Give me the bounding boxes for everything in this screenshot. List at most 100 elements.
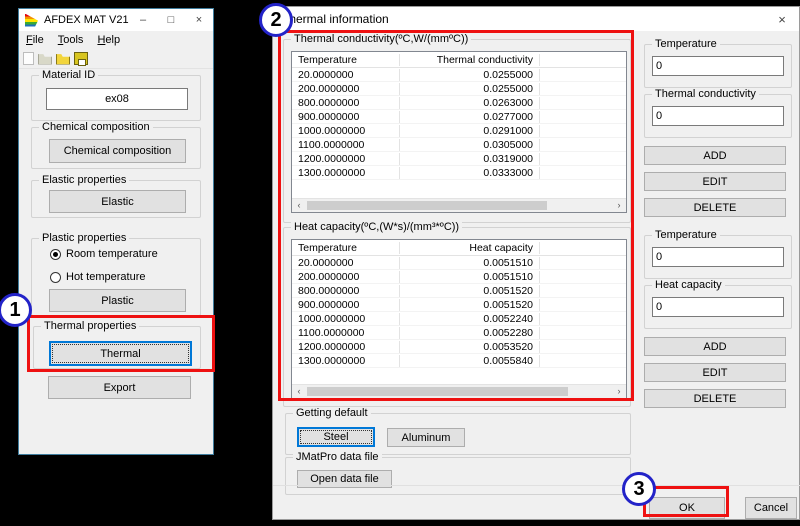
table-row[interactable]: 200.0000000 0.0255000 <box>292 82 626 96</box>
save-icon[interactable] <box>74 51 88 66</box>
cond-temperature-group: Temperature <box>644 38 792 88</box>
import-folder-icon[interactable] <box>56 54 70 65</box>
thermal-button[interactable]: Thermal <box>49 341 192 366</box>
annotation-step-3: 3 <box>622 472 656 506</box>
column-header-heat-capacity[interactable]: Heat capacity <box>400 241 540 254</box>
cond-temperature-input[interactable] <box>652 56 784 76</box>
annotation-step-2: 2 <box>259 3 293 37</box>
close-icon[interactable]: × <box>185 14 213 26</box>
export-button[interactable]: Export <box>48 376 191 399</box>
open-file-icon[interactable] <box>38 54 52 65</box>
cond-add-button[interactable]: ADD <box>644 146 786 165</box>
new-file-icon[interactable] <box>23 51 34 65</box>
table-row[interactable]: 200.0000000 0.0051510 <box>292 270 626 284</box>
table-row[interactable]: 1200.0000000 0.0053520 <box>292 340 626 354</box>
table-row[interactable]: 1200.0000000 0.0319000 <box>292 152 626 166</box>
table-cell: 20.0000000 <box>292 68 400 81</box>
thermal-properties-group: Thermal properties Thermal <box>33 320 201 369</box>
dialog-titlebar[interactable]: Thermal information × <box>273 7 799 31</box>
table-cell: 1100.0000000 <box>292 138 400 151</box>
table-row[interactable]: 800.0000000 0.0263000 <box>292 96 626 110</box>
afdex-titlebar[interactable]: AFDEX MAT V21 – □ × <box>19 9 213 31</box>
table-cell: 0.0051520 <box>400 284 540 297</box>
menu-bar: File Tools Help <box>19 31 213 48</box>
plastic-properties-label: Plastic properties <box>39 232 130 244</box>
table-cell: 200.0000000 <box>292 270 400 283</box>
cap-edit-button[interactable]: EDIT <box>644 363 786 382</box>
scroll-right-icon[interactable]: › <box>612 199 626 212</box>
cap-add-button[interactable]: ADD <box>644 337 786 356</box>
horizontal-scrollbar[interactable]: ‹ › <box>292 198 626 212</box>
table-row[interactable]: 900.0000000 0.0051520 <box>292 298 626 312</box>
table-cell: 1200.0000000 <box>292 152 400 165</box>
ok-button[interactable]: OK <box>649 497 725 519</box>
table-cell: 1200.0000000 <box>292 340 400 353</box>
cancel-button[interactable]: Cancel <box>745 497 797 519</box>
table-cell: 0.0277000 <box>400 110 540 123</box>
material-id-input[interactable] <box>46 88 188 110</box>
table-row[interactable]: 20.0000000 0.0051510 <box>292 256 626 270</box>
steel-button[interactable]: Steel <box>297 427 375 447</box>
jmatpro-group: JMatPro data file Open data file <box>285 451 631 495</box>
thermal-conductivity-table[interactable]: Temperature Thermal conductivity 20.0000… <box>291 51 627 213</box>
table-cell: 200.0000000 <box>292 82 400 95</box>
chemical-composition-group: Chemical composition Chemical compositio… <box>31 121 201 169</box>
toolbar <box>19 48 213 69</box>
footer-separator <box>273 485 800 486</box>
column-header-temperature[interactable]: Temperature <box>292 241 400 254</box>
room-temperature-radio[interactable]: Room temperature <box>50 248 158 260</box>
window-title: AFDEX MAT V21 <box>44 14 129 26</box>
hot-temperature-label: Hot temperature <box>66 271 146 283</box>
table-row[interactable]: 900.0000000 0.0277000 <box>292 110 626 124</box>
cap-delete-button[interactable]: DELETE <box>644 389 786 408</box>
afdex-mat-window: AFDEX MAT V21 – □ × File Tools Help Mate… <box>18 8 214 455</box>
scroll-left-icon[interactable]: ‹ <box>292 199 306 212</box>
table-row[interactable]: 800.0000000 0.0051520 <box>292 284 626 298</box>
maximize-icon[interactable]: □ <box>157 14 185 26</box>
table-body: 20.0000000 0.0255000 200.0000000 0.0255000 8… <box>292 68 626 180</box>
cond-edit-button[interactable]: EDIT <box>644 172 786 191</box>
minimize-icon[interactable]: – <box>129 14 157 26</box>
cap-value-input[interactable] <box>652 297 784 317</box>
dialog-close-icon[interactable]: × <box>765 12 799 27</box>
scrollbar-thumb[interactable] <box>307 387 568 396</box>
menu-tools[interactable]: Tools <box>51 34 91 46</box>
plastic-properties-group: Plastic properties Room temperature Hot … <box>31 232 201 316</box>
scrollbar-thumb[interactable] <box>307 201 548 210</box>
table-row[interactable]: 1100.0000000 0.0052280 <box>292 326 626 340</box>
table-cell: 800.0000000 <box>292 284 400 297</box>
menu-file[interactable]: File <box>19 34 51 46</box>
cap-temperature-input[interactable] <box>652 247 784 267</box>
chemical-composition-button[interactable]: Chemical composition <box>49 139 186 163</box>
table-row[interactable]: 1300.0000000 0.0333000 <box>292 166 626 180</box>
elastic-button[interactable]: Elastic <box>49 190 186 213</box>
table-cell: 0.0333000 <box>400 166 540 179</box>
table-row[interactable]: 20.0000000 0.0255000 <box>292 68 626 82</box>
table-header: Temperature Thermal conductivity <box>292 52 626 68</box>
cond-delete-button[interactable]: DELETE <box>644 198 786 217</box>
cond-value-input[interactable] <box>652 106 784 126</box>
horizontal-scrollbar[interactable]: ‹ › <box>292 384 626 398</box>
table-row[interactable]: 1100.0000000 0.0305000 <box>292 138 626 152</box>
column-header-thermal-conductivity[interactable]: Thermal conductivity <box>400 53 540 66</box>
scroll-left-icon[interactable]: ‹ <box>292 385 306 398</box>
table-cell: 0.0291000 <box>400 124 540 137</box>
elastic-properties-group: Elastic properties Elastic <box>31 174 201 218</box>
table-cell: 0.0263000 <box>400 96 540 109</box>
plastic-button[interactable]: Plastic <box>49 289 186 312</box>
table-cell: 0.0053520 <box>400 340 540 353</box>
table-cell: 20.0000000 <box>292 256 400 269</box>
thermal-information-dialog: Thermal information × Thermal conductivi… <box>272 6 800 520</box>
heat-capacity-table[interactable]: Temperature Heat capacity 20.0000000 0.00… <box>291 239 627 399</box>
scroll-right-icon[interactable]: › <box>612 385 626 398</box>
table-row[interactable]: 1000.0000000 0.0291000 <box>292 124 626 138</box>
menu-help[interactable]: Help <box>90 34 127 46</box>
table-cell: 0.0305000 <box>400 138 540 151</box>
table-row[interactable]: 1000.0000000 0.0052240 <box>292 312 626 326</box>
column-header-temperature[interactable]: Temperature <box>292 53 400 66</box>
hot-temperature-radio[interactable]: Hot temperature <box>50 271 145 283</box>
aluminum-button[interactable]: Aluminum <box>387 428 465 447</box>
table-row[interactable]: 1300.0000000 0.0055840 <box>292 354 626 368</box>
table-cell: 1000.0000000 <box>292 124 400 137</box>
table-cell: 1000.0000000 <box>292 312 400 325</box>
